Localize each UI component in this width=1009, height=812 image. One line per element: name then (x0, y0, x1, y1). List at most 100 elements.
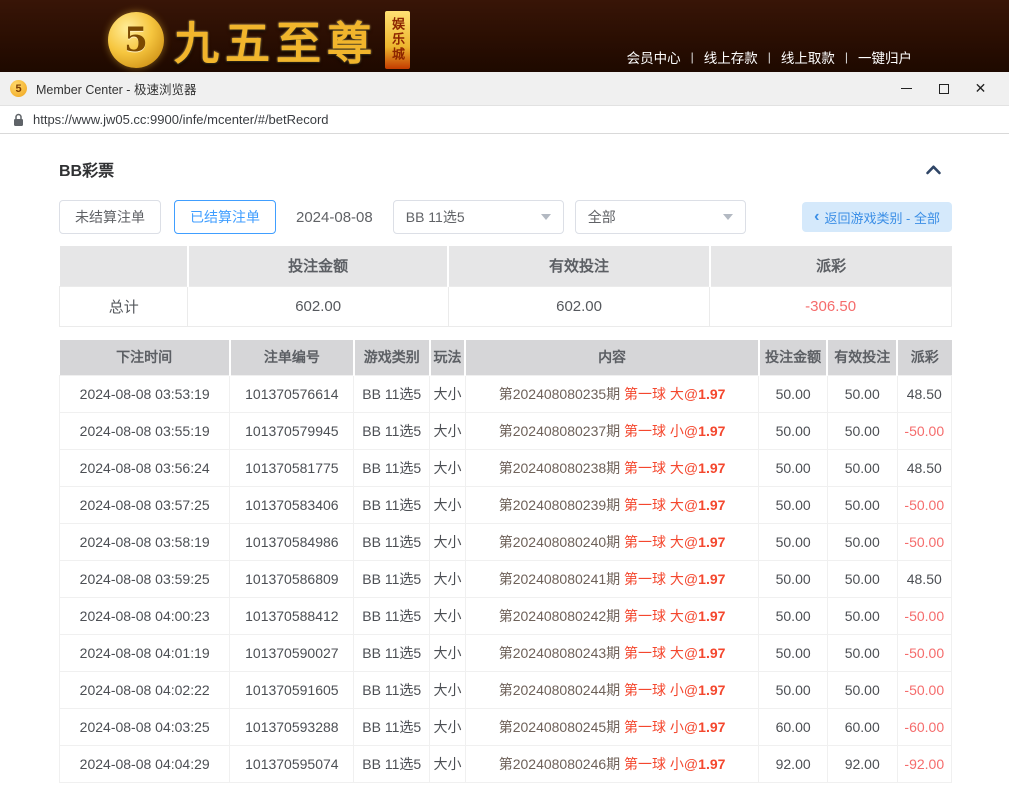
bet-record-row: 2024-08-08 03:58:19101370584986BB 11选5大小… (60, 524, 952, 561)
bet-time: 2024-08-08 03:58:19 (60, 524, 230, 561)
scope-value: 全部 (588, 207, 616, 227)
bet-game-type: BB 11选5 (354, 450, 430, 487)
bet-amount: 50.00 (759, 561, 828, 598)
site-header: 5 九五至尊 娱乐城 会员中心 | 线上存款 | 线上取款 | 一键归户 (0, 0, 1009, 72)
bet-payout: 48.50 (897, 561, 951, 598)
bet-time: 2024-08-08 03:55:19 (60, 413, 230, 450)
nav-online-deposit[interactable]: 线上存款 (704, 47, 758, 67)
maximize-button[interactable] (925, 72, 962, 106)
bet-game-type: BB 11选5 (354, 746, 430, 783)
bet-content: 第202408080245期 第一球 小@1.97 (465, 709, 758, 746)
nav-one-key-transfer[interactable]: 一键归户 (858, 47, 912, 67)
bet-play-type: 大小 (430, 561, 466, 598)
scope-select[interactable]: 全部 (575, 200, 746, 234)
bet-pick: 第一球 小@ (624, 719, 698, 735)
filter-row: 未结算注单 已结算注单 2024-08-08 BB 11选5 全部 ‹ 返回游戏… (59, 200, 952, 234)
bet-amount: 50.00 (759, 487, 828, 524)
chevron-left-icon: ‹ (814, 209, 819, 225)
bet-pick: 第一球 大@ (624, 386, 698, 402)
bet-period: 第202408080246期 (499, 756, 624, 772)
bet-payout: -50.00 (897, 487, 951, 524)
bet-time: 2024-08-08 04:00:23 (60, 598, 230, 635)
nav-member-center[interactable]: 会员中心 (627, 47, 681, 67)
bet-id: 101370576614 (230, 376, 354, 413)
bet-id: 101370584986 (230, 524, 354, 561)
bet-pick: 第一球 小@ (624, 756, 698, 772)
bet-id: 101370591605 (230, 672, 354, 709)
bet-record-row: 2024-08-08 04:00:23101370588412BB 11选5大小… (60, 598, 952, 635)
bet-record-row: 2024-08-08 04:04:29101370595074BB 11选5大小… (60, 746, 952, 783)
bet-time: 2024-08-08 03:53:19 (60, 376, 230, 413)
bet-content: 第202408080241期 第一球 大@1.97 (465, 561, 758, 598)
back-to-game-category-button[interactable]: ‹ 返回游戏类别 - 全部 (802, 202, 952, 232)
bet-amount: 50.00 (759, 413, 828, 450)
summary-header-empty (60, 246, 188, 286)
bet-table-header-row: 下注时间 注单编号 游戏类别 玩法 内容 投注金额 有效投注 派彩 (60, 340, 952, 376)
bet-play-type: 大小 (430, 635, 466, 672)
bet-amount: 50.00 (759, 450, 828, 487)
bet-time: 2024-08-08 04:02:22 (60, 672, 230, 709)
bet-id: 101370590027 (230, 635, 354, 672)
bet-odds: 1.97 (698, 571, 725, 587)
summary-bet-amount: 602.00 (188, 286, 448, 326)
bet-odds: 1.97 (698, 386, 725, 402)
bet-id: 101370583406 (230, 487, 354, 524)
unsettled-bets-button[interactable]: 未结算注单 (59, 200, 161, 234)
bet-id: 101370579945 (230, 413, 354, 450)
bet-period: 第202408080240期 (499, 534, 624, 550)
bet-content: 第202408080238期 第一球 大@1.97 (465, 450, 758, 487)
page-content: BB彩票 未结算注单 已结算注单 2024-08-08 BB 11选5 全部 ‹… (0, 134, 1009, 783)
bet-odds: 1.97 (698, 756, 725, 772)
bet-period: 第202408080235期 (499, 386, 624, 402)
summary-total-label: 总计 (60, 286, 188, 326)
date-picker[interactable]: 2024-08-08 (296, 209, 373, 226)
bet-valid-amount: 60.00 (827, 709, 897, 746)
bet-id: 101370588412 (230, 598, 354, 635)
bet-time: 2024-08-08 03:56:24 (60, 450, 230, 487)
bet-play-type: 大小 (430, 746, 466, 783)
bet-payout: 48.50 (897, 376, 951, 413)
nav-separator: | (845, 50, 848, 64)
collapse-chevron-up-icon[interactable] (925, 164, 942, 175)
bet-table-body: 2024-08-08 03:53:19101370576614BB 11选5大小… (60, 376, 952, 783)
bet-pick: 第一球 大@ (624, 608, 698, 624)
close-button[interactable]: ✕ (962, 72, 999, 106)
bet-play-type: 大小 (430, 524, 466, 561)
bet-odds: 1.97 (698, 719, 725, 735)
bet-amount: 92.00 (759, 746, 828, 783)
bet-odds: 1.97 (698, 645, 725, 661)
bet-amount: 60.00 (759, 709, 828, 746)
bet-records-table: 下注时间 注单编号 游戏类别 玩法 内容 投注金额 有效投注 派彩 2024-0… (59, 340, 952, 784)
game-type-select[interactable]: BB 11选5 (393, 200, 564, 234)
bet-record-row: 2024-08-08 03:55:19101370579945BB 11选5大小… (60, 413, 952, 450)
bet-play-type: 大小 (430, 450, 466, 487)
maximize-icon (939, 84, 949, 94)
summary-header-valid-bet: 有效投注 (448, 246, 709, 286)
bet-game-type: BB 11选5 (354, 598, 430, 635)
bet-payout: -50.00 (897, 598, 951, 635)
bet-play-type: 大小 (430, 487, 466, 524)
window-title: Member Center - 极速浏览器 (36, 79, 196, 98)
bet-period: 第202408080244期 (499, 682, 624, 698)
summary-header-bet-amount: 投注金额 (188, 246, 448, 286)
browser-favicon-icon: 5 (10, 80, 27, 97)
bet-content: 第202408080243期 第一球 大@1.97 (465, 635, 758, 672)
settled-bets-button[interactable]: 已结算注单 (174, 200, 276, 234)
bet-content: 第202408080240期 第一球 大@1.97 (465, 524, 758, 561)
summary-total-row: 总计 602.00 602.00 -306.50 (60, 286, 952, 326)
col-header-play-type: 玩法 (430, 340, 466, 376)
bet-record-row: 2024-08-08 03:53:19101370576614BB 11选5大小… (60, 376, 952, 413)
bet-id: 101370586809 (230, 561, 354, 598)
bet-time: 2024-08-08 03:57:25 (60, 487, 230, 524)
col-header-bet-amount: 投注金额 (759, 340, 828, 376)
url-text[interactable]: https://www.jw05.cc:9900/infe/mcenter/#/… (33, 112, 329, 127)
bet-content: 第202408080242期 第一球 大@1.97 (465, 598, 758, 635)
bet-amount: 50.00 (759, 376, 828, 413)
bet-pick: 第一球 大@ (624, 571, 698, 587)
bet-odds: 1.97 (698, 682, 725, 698)
nav-online-withdraw[interactable]: 线上取款 (781, 47, 835, 67)
minimize-icon (901, 88, 912, 89)
bet-time: 2024-08-08 04:03:25 (60, 709, 230, 746)
browser-urlbar[interactable]: https://www.jw05.cc:9900/infe/mcenter/#/… (0, 106, 1009, 134)
minimize-button[interactable] (888, 72, 925, 106)
